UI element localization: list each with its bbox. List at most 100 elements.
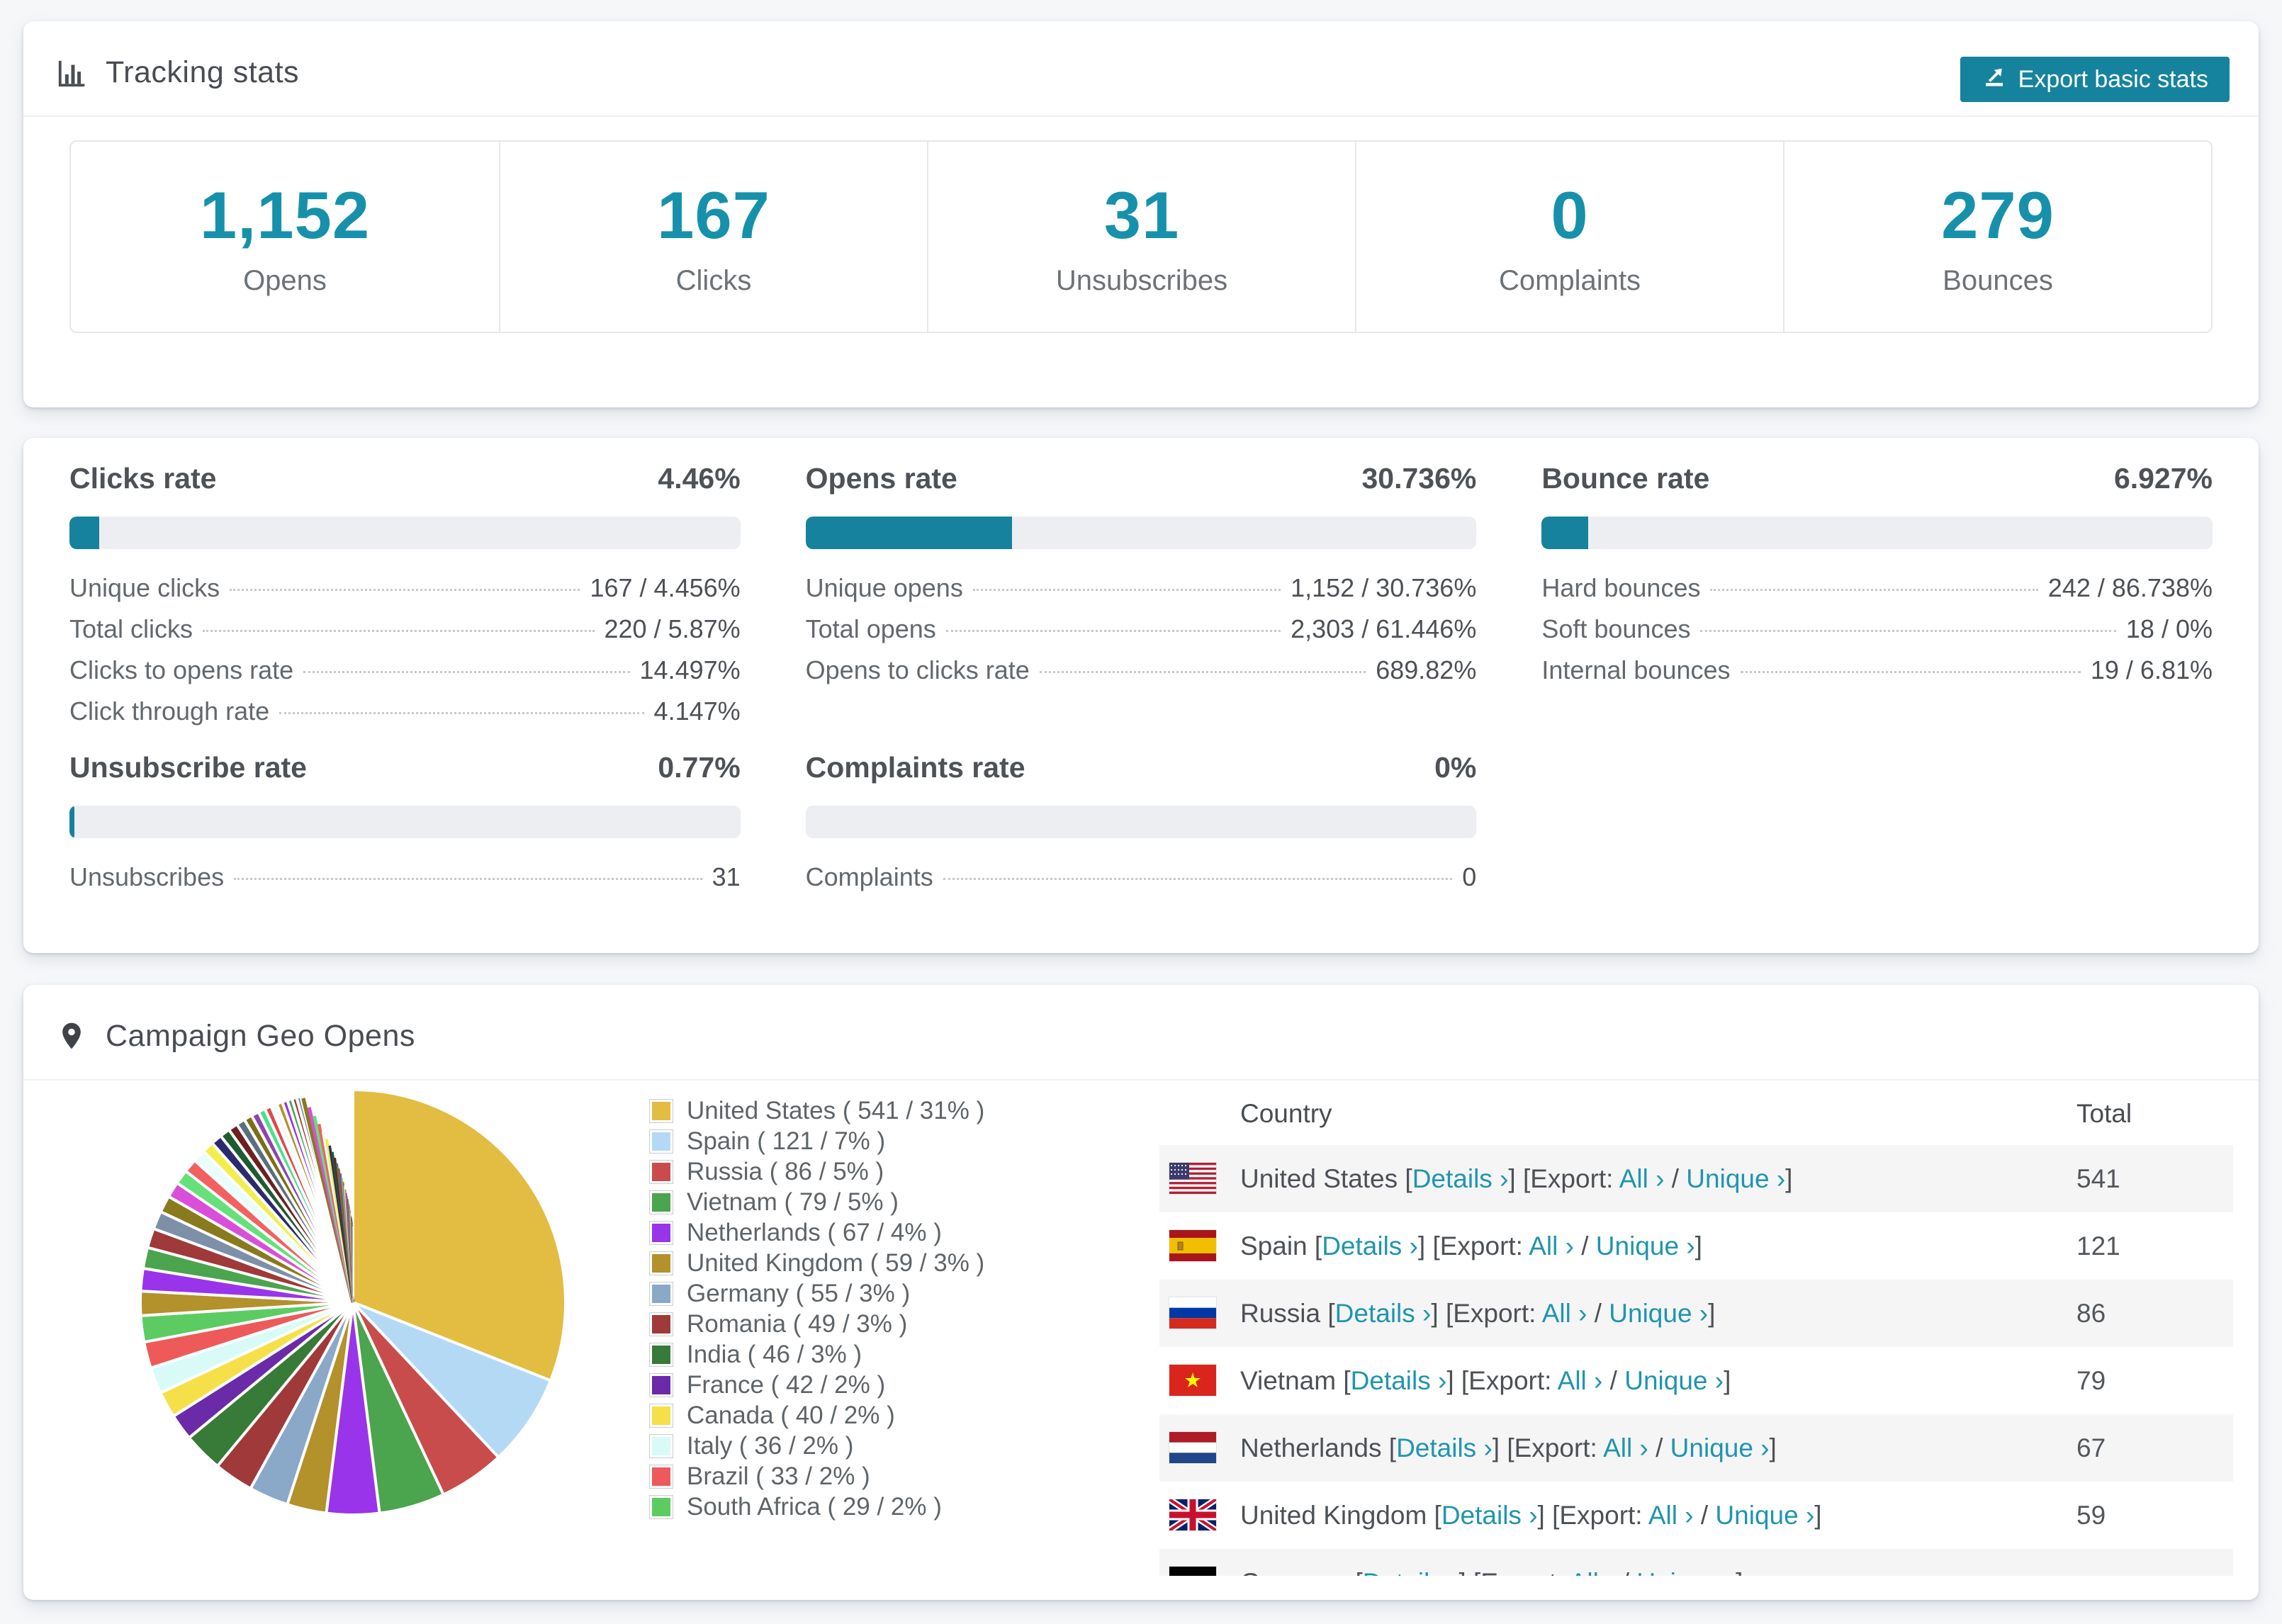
export-icon <box>1982 64 2007 96</box>
total-cell: 59 <box>2076 1500 2106 1530</box>
details-link[interactable]: Details › <box>1396 1433 1493 1462</box>
details-link[interactable]: Details › <box>1335 1299 1432 1328</box>
rate-detail-row: Total clicks 220 / 5.87% <box>69 614 741 655</box>
dotted-leader <box>1039 671 1366 673</box>
bracket: ] <box>1446 1365 1461 1395</box>
legend-item: Vietnam ( 79 / 5% ) <box>650 1187 984 1217</box>
country-name: United States <box>1240 1163 1398 1193</box>
legend-swatch <box>650 1495 673 1518</box>
slash: / <box>1587 1298 1609 1328</box>
tracking-stats-header: Tracking stats <box>23 21 2259 117</box>
bracket: ] <box>1537 1500 1553 1530</box>
legend-swatch <box>650 1129 673 1153</box>
bracket: ] <box>1431 1298 1446 1328</box>
details-link[interactable]: Details › <box>1412 1164 1509 1193</box>
legend-label: France ( 42 / 2% ) <box>687 1370 886 1399</box>
detail-value: 0 <box>1462 862 1477 891</box>
rate-title: Unsubscribe rate <box>69 751 307 784</box>
country-name: United Kingdom <box>1240 1500 1427 1530</box>
detail-value: 14.497% <box>639 655 741 684</box>
legend-label: Canada ( 40 / 2% ) <box>687 1401 895 1429</box>
details-link[interactable]: Details › <box>1351 1366 1447 1395</box>
export-unique-link[interactable]: Unique › <box>1636 1568 1736 1577</box>
detail-label: Click through rate <box>69 697 270 726</box>
export-all-link[interactable]: All › <box>1558 1366 1603 1395</box>
detail-label: Unsubscribes <box>69 862 225 891</box>
export-prefix: [Export: <box>1507 1433 1597 1462</box>
bracket: [ <box>1355 1568 1362 1577</box>
legend-swatch <box>650 1373 673 1397</box>
slash: / <box>1648 1433 1670 1462</box>
detail-label: Hard bounces <box>1541 573 1701 602</box>
tracking-stats-card: Tracking stats Export basic stats 1,152 O… <box>23 21 2259 407</box>
progress-fill <box>1541 517 1588 549</box>
bracket: [ <box>1405 1163 1412 1193</box>
export-all-link[interactable]: All › <box>1542 1299 1587 1328</box>
stat-value: 31 <box>1103 177 1180 252</box>
export-unique-link[interactable]: Unique › <box>1686 1164 1785 1193</box>
export-unique-link[interactable]: Unique › <box>1670 1433 1770 1462</box>
bracket: [ <box>1314 1231 1322 1261</box>
country-cell: Russia [Details ›] [Export: All › / Uniq… <box>1240 1299 1715 1329</box>
stat-card-clicks: 167 Clicks <box>499 142 927 332</box>
export-all-link[interactable]: All › <box>1648 1501 1694 1530</box>
export-basic-stats-button[interactable]: Export basic stats <box>1960 57 2230 102</box>
total-cell: 86 <box>2076 1298 2106 1328</box>
export-all-link[interactable]: All › <box>1529 1231 1574 1261</box>
dotted-leader <box>234 878 702 880</box>
progress-bar <box>805 517 1477 549</box>
bracket: [ <box>1434 1500 1441 1530</box>
export-all-link[interactable]: All › <box>1570 1568 1615 1577</box>
stat-label: Bounces <box>1943 264 2053 296</box>
details-link[interactable]: Details › <box>1363 1568 1459 1577</box>
bracket: ] <box>1417 1231 1433 1261</box>
stat-card-opens: 1,152 Opens <box>71 142 499 332</box>
detail-value: 18 / 0% <box>2125 614 2213 643</box>
flag-icon-nl <box>1169 1432 1216 1463</box>
export-unique-link[interactable]: Unique › <box>1624 1366 1724 1395</box>
detail-label: Soft bounces <box>1541 614 1691 643</box>
detail-label: Total clicks <box>69 614 193 643</box>
bracket: [ <box>1327 1298 1335 1328</box>
total-cell: 541 <box>2076 1163 2120 1193</box>
export-unique-link[interactable]: Unique › <box>1609 1299 1708 1328</box>
rate-value: 30.736% <box>1361 462 1477 495</box>
country-name: Vietnam <box>1240 1365 1337 1395</box>
legend-swatch <box>650 1099 673 1122</box>
rate-detail-row: Internal bounces 19 / 6.81% <box>1541 655 2213 697</box>
detail-value: 242 / 86.738% <box>2047 573 2213 602</box>
progress-fill <box>69 806 75 838</box>
export-all-link[interactable]: All › <box>1603 1433 1648 1462</box>
details-link[interactable]: Details › <box>1441 1501 1538 1530</box>
stat-card-complaints: 0 Complaints <box>1355 142 1783 332</box>
details-link[interactable]: Details › <box>1322 1231 1418 1261</box>
rate-title: Bounce rate <box>1541 462 1710 495</box>
export-unique-link[interactable]: Unique › <box>1715 1501 1814 1530</box>
progress-fill <box>69 517 100 549</box>
export-unique-link[interactable]: Unique › <box>1596 1231 1695 1261</box>
rate-value: 6.927% <box>2113 462 2213 495</box>
legend-label: Spain ( 121 / 7% ) <box>687 1127 886 1155</box>
slash: / <box>1614 1568 1636 1577</box>
legend-swatch <box>650 1343 673 1366</box>
campaign-geo-opens-card: Campaign Geo Opens United States ( 541 /… <box>23 985 2259 1600</box>
export-prefix: [Export: <box>1522 1163 1614 1193</box>
bracket: ] <box>1492 1433 1507 1462</box>
stat-label: Opens <box>243 264 327 296</box>
legend-item: Spain ( 121 / 7% ) <box>650 1126 984 1156</box>
geo-header: Campaign Geo Opens <box>23 985 2259 1081</box>
legend-label: India ( 46 / 3% ) <box>687 1340 862 1368</box>
legend-swatch <box>650 1312 673 1336</box>
rate-detail-row: Hard bounces 242 / 86.738% <box>1541 573 2213 614</box>
legend-item: United States ( 541 / 31% ) <box>650 1095 984 1126</box>
legend-item: India ( 46 / 3% ) <box>650 1339 984 1370</box>
legend-item: Russia ( 86 / 5% ) <box>650 1156 984 1187</box>
detail-value: 31 <box>712 862 741 891</box>
dotted-leader <box>972 589 1281 591</box>
detail-value: 2,303 / 61.446% <box>1291 614 1477 643</box>
geo-table[interactable]: Country Total United States [Details ›] … <box>1159 1083 2233 1576</box>
stat-value: 167 <box>657 177 770 252</box>
export-all-link[interactable]: All › <box>1619 1164 1665 1193</box>
slash: / <box>1693 1500 1716 1530</box>
legend-label: South Africa ( 29 / 2% ) <box>687 1492 942 1521</box>
